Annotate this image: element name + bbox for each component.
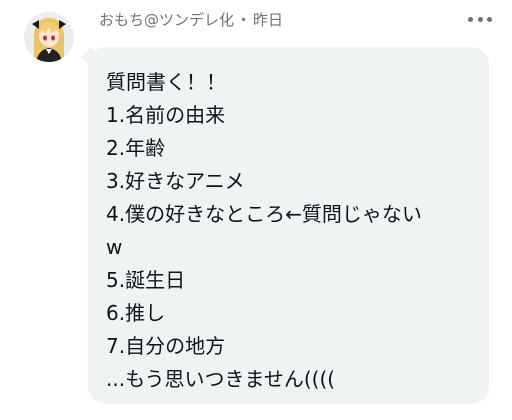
message-body: 質問書く！！ 1.名前の由来 2.年齢 3.好きなアニメ 4.僕の好きなところ←… [106,66,471,396]
message-line: 4.僕の好きなところ←質問じゃない [106,202,422,226]
tweet-header: おもち@ツンデレ化 ・ 昨日 [99,6,492,32]
message-line: 3.好きなアニメ [106,169,245,193]
message-line: 5.誕生日 [106,268,186,292]
message-line: w [106,235,123,259]
message-line: 6.推し [106,301,166,325]
message-line: 2.年齢 [106,136,166,160]
more-dot [468,16,473,22]
header-separator: ・ [236,10,252,29]
message-line: 7.自分の地方 [106,334,226,358]
avatar[interactable] [24,12,74,62]
more-dot [487,16,492,22]
author-name[interactable]: おもち@ツンデレ化 [99,9,234,30]
message-line: 質問書く！！ [106,70,226,94]
more-dot [477,16,483,22]
avatar-image [24,12,74,62]
message-line: 1.名前の由来 [106,103,226,127]
message-bubble[interactable]: 質問書く！！ 1.名前の由来 2.年齢 3.好きなアニメ 4.僕の好きなところ←… [88,47,489,404]
timestamp[interactable]: 昨日 [253,9,283,30]
message-line: ...もう思いつきません(((( [106,367,336,391]
more-options-icon[interactable] [468,12,492,26]
